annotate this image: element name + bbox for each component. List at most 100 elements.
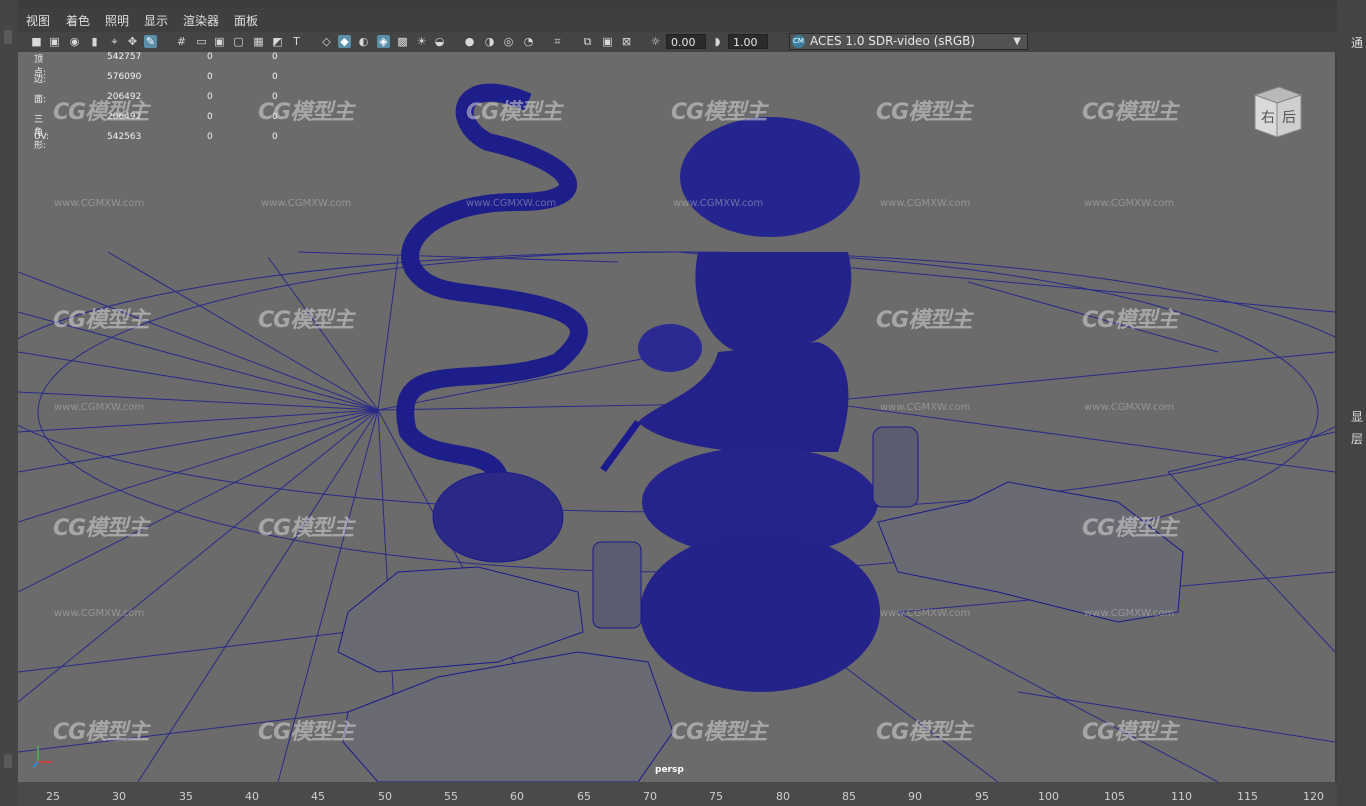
channel-box-tab[interactable]: 通 [1351,34,1363,51]
motion-blur-icon[interactable]: ◑ [483,35,496,48]
view-cube-right-face[interactable]: 右 [1261,107,1275,127]
watermark-logo: CG模型主 [1082,308,1178,333]
watermark-logo: CG模型主 [671,100,767,125]
ruler-tick-label: 95 [975,790,989,803]
perspective-viewport[interactable]: 顶点: 542757 0 0 边: 576090 0 0 面: 206492 0… [18,52,1335,782]
image-plane-icon[interactable]: ⌖ [108,35,121,48]
rock-left-mesh [337,566,584,673]
ambient-occlusion-icon[interactable]: ● [463,35,476,48]
ruler-tick-label: 120 [1303,790,1324,803]
xray-icon[interactable]: ⧉ [581,35,594,48]
watermark-url: www.CGMXW.com [1084,402,1175,413]
color-management-label: ACES 1.0 SDR-video (sRGB) [810,34,976,48]
pungi-gourd-mesh [638,324,702,372]
grid-icon[interactable]: # [175,35,188,48]
color-management-icon[interactable]: CM [792,35,805,48]
wireframe-on-shaded-icon[interactable]: ◈ [377,35,390,48]
watermark-logo: CG模型主 [53,308,149,333]
watermark-logo: CG模型主 [671,720,767,745]
wireframe-icon[interactable]: ◇ [320,35,333,48]
watermark-logo: CG模型主 [876,720,972,745]
view-cube[interactable]: 右 后 [1245,83,1303,139]
gamma-icon[interactable]: ◗ [711,35,724,48]
ruler-tick-label: 80 [776,790,790,803]
field-chart-icon[interactable]: ▦ [252,35,265,48]
default-material-icon[interactable]: ◐ [357,35,370,48]
ruler-tick-label: 100 [1038,790,1059,803]
menu-panels[interactable]: 面板 [234,12,258,29]
watermark-logo: CG模型主 [258,100,354,125]
watermark-logo: CG模型主 [1082,720,1178,745]
watermark-logo: CG模型主 [258,720,354,745]
shelf-handle-icon[interactable] [4,30,12,44]
camera-bookmark-icon[interactable]: ◉ [68,35,81,48]
color-management-select[interactable]: CM ACES 1.0 SDR-video (sRGB) ▼ [789,33,1028,50]
watermark-logo: CG模型主 [258,308,354,333]
snake-coil-mesh [432,471,564,563]
camera-attributes-icon[interactable]: ▣ [48,35,61,48]
menu-renderer[interactable]: 渲染器 [183,12,219,29]
panel-menu-bar: 视图 着色 照明 显示 渲染器 面板 [18,8,1337,32]
axis-gizmo-icon [32,746,52,768]
ruler-tick-label: 60 [510,790,524,803]
ruler-tick-label: 35 [179,790,193,803]
ruler-tick-label: 40 [245,790,259,803]
textured-icon[interactable]: ▩ [396,35,409,48]
hud-total: 542563 [107,132,142,142]
safe-action-icon[interactable]: ◩ [271,35,284,48]
ruler-tick-label: 105 [1104,790,1125,803]
scene-render [18,83,1335,782]
watermark-logo: CG模型主 [53,100,149,125]
xray-joints-icon[interactable]: ▣ [601,35,614,48]
resolution-gate-icon[interactable]: ▣ [213,35,226,48]
chevron-down-icon[interactable]: ▼ [1013,34,1021,49]
hud-label: UV: [34,132,50,142]
watermark-logo: CG模型主 [258,516,354,541]
exposure-field[interactable]: 0.00 [666,34,706,49]
watermark-logo: CG模型主 [876,308,972,333]
lights-icon[interactable]: ☀ [415,35,428,48]
menu-lighting[interactable]: 照明 [105,12,129,29]
2d-pan-zoom-icon[interactable]: ✥ [126,35,139,48]
basket-bottom-mesh [640,532,880,692]
watermark-url: www.CGMXW.com [673,198,764,209]
view-cube-back-face[interactable]: 后 [1282,107,1296,127]
watermark-url: www.CGMXW.com [880,198,971,209]
watermark-logo: CG模型主 [876,100,972,125]
watermark-url: www.CGMXW.com [54,402,145,413]
grease-pencil-icon[interactable]: ✎ [144,35,157,48]
exposure-icon[interactable]: ☼ [649,35,662,48]
menu-show[interactable]: 显示 [144,12,168,29]
camera-name-label: persp [655,765,684,775]
hud-total: 576090 [107,72,142,82]
smooth-shade-icon[interactable]: ◆ [338,35,351,48]
hud-selected: 0 [207,52,213,62]
ruler-tick-label: 115 [1237,790,1258,803]
safe-title-icon[interactable]: T [290,35,303,48]
shadows-icon[interactable]: ◒ [433,35,446,48]
watermark-logo: CG模型主 [1082,100,1178,125]
hud-label: 面: [34,95,47,105]
select-camera-icon[interactable]: ■ [30,35,43,48]
menu-view[interactable]: 视图 [26,12,50,29]
xray-components-icon[interactable]: ⊠ [620,35,633,48]
gamma-field[interactable]: 1.00 [728,34,768,49]
ruler-tick-label: 85 [842,790,856,803]
anti-aliasing-icon[interactable]: ◎ [502,35,515,48]
hud-components: 0 [272,132,278,142]
shelf-handle-icon[interactable] [4,754,12,768]
depth-of-field-icon[interactable]: ◔ [522,35,535,48]
right-side-panel: 通 显 层 [1337,0,1366,806]
isolate-select-icon[interactable]: ⌗ [551,35,564,48]
film-gate-icon[interactable]: ▭ [195,35,208,48]
layer-tab[interactable]: 层 [1351,430,1363,447]
display-layer-tab[interactable]: 显 [1351,408,1363,425]
ruler-tick-label: 70 [643,790,657,803]
time-slider-ruler[interactable]: 25 30 35 40 45 50 55 60 65 70 75 80 85 9… [18,782,1337,806]
bookmark-icon[interactable]: ▮ [88,35,101,48]
gate-mask-icon[interactable]: ▢ [232,35,245,48]
ruler-tick-label: 110 [1171,790,1192,803]
snake-mesh [396,83,588,515]
menu-shading[interactable]: 着色 [66,12,90,29]
tool-shelf-strip [0,0,18,806]
